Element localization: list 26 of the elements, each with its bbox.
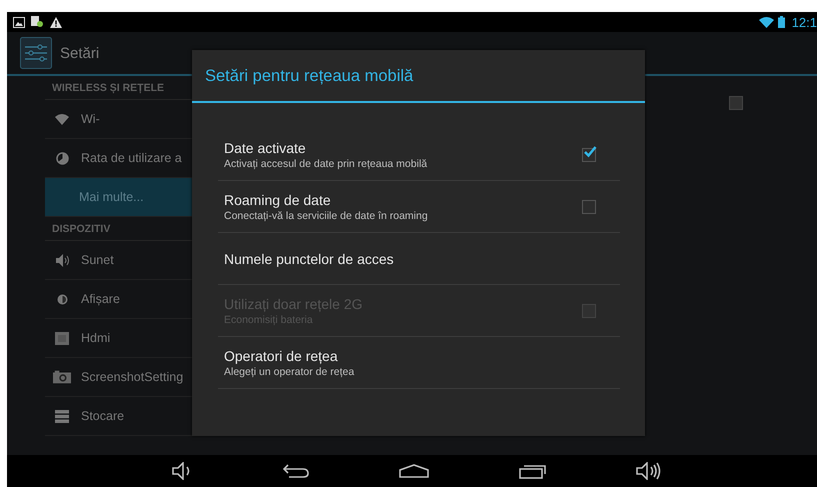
image-icon — [13, 16, 25, 28]
wifi-icon — [758, 16, 774, 28]
app-title: Setări — [60, 44, 100, 62]
storage-icon — [55, 410, 69, 422]
battery-icon — [778, 16, 785, 28]
settings-icon[interactable] — [20, 37, 52, 69]
pie-chart-icon — [56, 152, 68, 164]
wifi-icon — [55, 114, 69, 124]
brightness-icon — [56, 292, 68, 306]
checkbox[interactable] — [582, 200, 596, 214]
recent-apps-icon[interactable] — [518, 463, 547, 479]
preference-item[interactable]: Date activate Activați accesul de date prin rețeaua mobilă — [218, 129, 620, 181]
preference-item[interactable]: Roaming de date Conectați-vă la serviciile de date în roaming — [218, 181, 620, 233]
sim-icon — [31, 16, 44, 28]
square-icon — [55, 332, 69, 344]
checkbox[interactable] — [582, 148, 596, 162]
camera-icon — [53, 370, 71, 384]
back-icon[interactable] — [283, 464, 310, 478]
clock-time: 12:1 — [792, 14, 817, 30]
speaker-icon — [54, 254, 70, 266]
volume-up-icon[interactable] — [636, 462, 662, 480]
home-icon[interactable] — [398, 464, 429, 478]
preference-item[interactable]: Operatori de rețea Alegeți un operator de rețea — [218, 337, 620, 389]
warning-icon — [50, 16, 62, 28]
checkbox[interactable] — [729, 96, 743, 110]
preference-item[interactable]: Numele punctelor de acces — [218, 233, 620, 285]
